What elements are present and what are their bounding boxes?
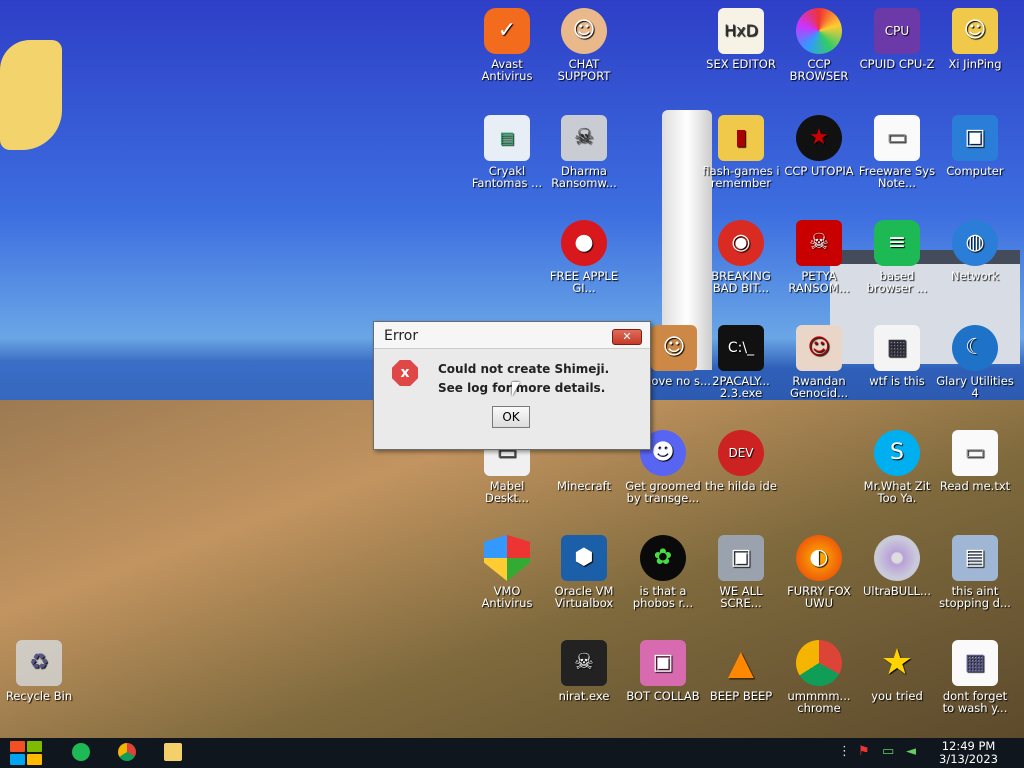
we-all-scream-icon[interactable]: ▣ WE ALL SCRE... <box>702 535 780 609</box>
tray-flag-icon[interactable]: ⚑ <box>858 744 870 759</box>
virtualbox-icon[interactable]: ⬢ Oracle VM Virtualbox <box>545 535 623 609</box>
ok-button[interactable]: OK <box>492 406 530 428</box>
vlc-icon[interactable]: ▲ BEEP BEEP <box>702 640 780 702</box>
skype-icon[interactable]: S Mr.What Zit Too Ya. <box>858 430 936 504</box>
ccp-utopia-icon[interactable]: ★ CCP UTOPIA <box>780 115 858 177</box>
clock-date: 3/13/2023 <box>939 752 998 766</box>
dialog-title-bar[interactable]: Error ✕ <box>374 322 650 349</box>
mouse-cursor-icon <box>512 382 520 396</box>
taskbar: ⋮ ⚑ ▭ ◄ 12:49 PM 3/13/2023 <box>0 738 1024 768</box>
rwandan-icon[interactable]: ☺ Rwandan Genocid... <box>780 325 858 399</box>
hex-editor-icon[interactable]: HxD SEX EDITOR <box>702 8 780 70</box>
phobos-icon[interactable]: ✿ is that a phobos r... <box>624 535 702 609</box>
freeware-icon[interactable]: ▭ Freeware Sys Note... <box>858 115 936 189</box>
chrome-icon[interactable]: ummmm... chrome <box>780 640 858 714</box>
start-logo-blue <box>10 754 25 765</box>
glary-utilities-icon[interactable]: ☾ Glary Utilities 4 <box>936 325 1014 399</box>
dharma-icon[interactable]: ☠ Dharma Ransomw... <box>545 115 623 189</box>
recycle-bin-icon[interactable]: ♻ Recycle Bin <box>0 640 78 702</box>
tray-overflow-icon[interactable]: ⋮ <box>838 744 851 759</box>
taskbar-chrome-icon[interactable] <box>118 743 136 761</box>
vmo-antivirus-icon[interactable]: VMO Antivirus <box>468 535 546 609</box>
petya-icon[interactable]: ☠ PETYA RANSOM... <box>780 220 858 294</box>
start-logo-green <box>27 741 42 752</box>
error-message-line1: Could not create Shimeji. <box>438 362 610 376</box>
chat-support-icon[interactable]: ☺ CHAT SUPPORT <box>545 8 623 82</box>
stopping-icon[interactable]: ▤ this aint stopping d... <box>936 535 1014 609</box>
error-icon: x <box>392 360 418 386</box>
start-logo-red <box>10 741 25 752</box>
ultra-disc-icon[interactable]: UltraBULL... <box>858 535 936 597</box>
start-logo-yellow <box>27 754 42 765</box>
nirat-exe-icon[interactable]: ☠ nirat.exe <box>545 640 623 702</box>
xi-jinping-folder-icon[interactable]: ☺ Xi JinPing <box>936 8 1014 70</box>
cryakl-icon[interactable]: ▤ Cryakl Fantomas ... <box>468 115 546 189</box>
cartoon-sticker <box>0 40 62 150</box>
dev-cpp-icon[interactable]: DEV the hilda ide <box>702 430 780 492</box>
free-apple-icon[interactable]: ● FREE APPLE GI... <box>545 220 623 294</box>
avast-antivirus-icon[interactable]: ✓ Avast Antivirus <box>468 8 546 82</box>
tray-network-icon[interactable]: ▭ <box>882 744 894 759</box>
clock[interactable]: 12:49 PM 3/13/2023 <box>939 740 998 766</box>
start-button[interactable] <box>10 741 42 765</box>
based-browser-icon[interactable]: ≡ based browser ... <box>858 220 936 294</box>
taskbar-green-app-icon[interactable] <box>72 743 90 761</box>
dialog-title: Error <box>384 328 419 344</box>
cpuz-icon[interactable]: CPU CPUID CPU-Z <box>858 8 936 70</box>
flash-games-icon[interactable]: ▮ flash-games i remember <box>702 115 780 189</box>
ccp-browser-icon[interactable]: CCP BROWSER <box>780 8 858 82</box>
breaking-bad-icon[interactable]: ◉ BREAKING BAD BIT... <box>702 220 780 294</box>
wtf-icon[interactable]: ▦ wtf is this <box>858 325 936 387</box>
wash-reminder-icon[interactable]: ▦ dont forget to wash y... <box>936 640 1014 714</box>
twopac-exe-icon[interactable]: C:\_ 2PACALY... 2.3.exe <box>702 325 780 399</box>
readme-txt-icon[interactable]: ▭ Read me.txt <box>936 430 1014 492</box>
bot-collab-icon[interactable]: ▣ BOT COLLAB <box>624 640 702 702</box>
close-button[interactable]: ✕ <box>612 329 642 345</box>
firefox-icon[interactable]: ◐ FURRY FOX UWU <box>780 535 858 609</box>
taskbar-folder-icon[interactable] <box>164 743 182 761</box>
star-icon[interactable]: ★ you tried <box>858 640 936 703</box>
error-message-line2: See log for more details. <box>438 381 606 395</box>
computer-icon[interactable]: ▣ Computer <box>936 115 1014 177</box>
tray-volume-icon[interactable]: ◄ <box>906 744 916 759</box>
network-icon[interactable]: ◍ Network <box>936 220 1014 282</box>
